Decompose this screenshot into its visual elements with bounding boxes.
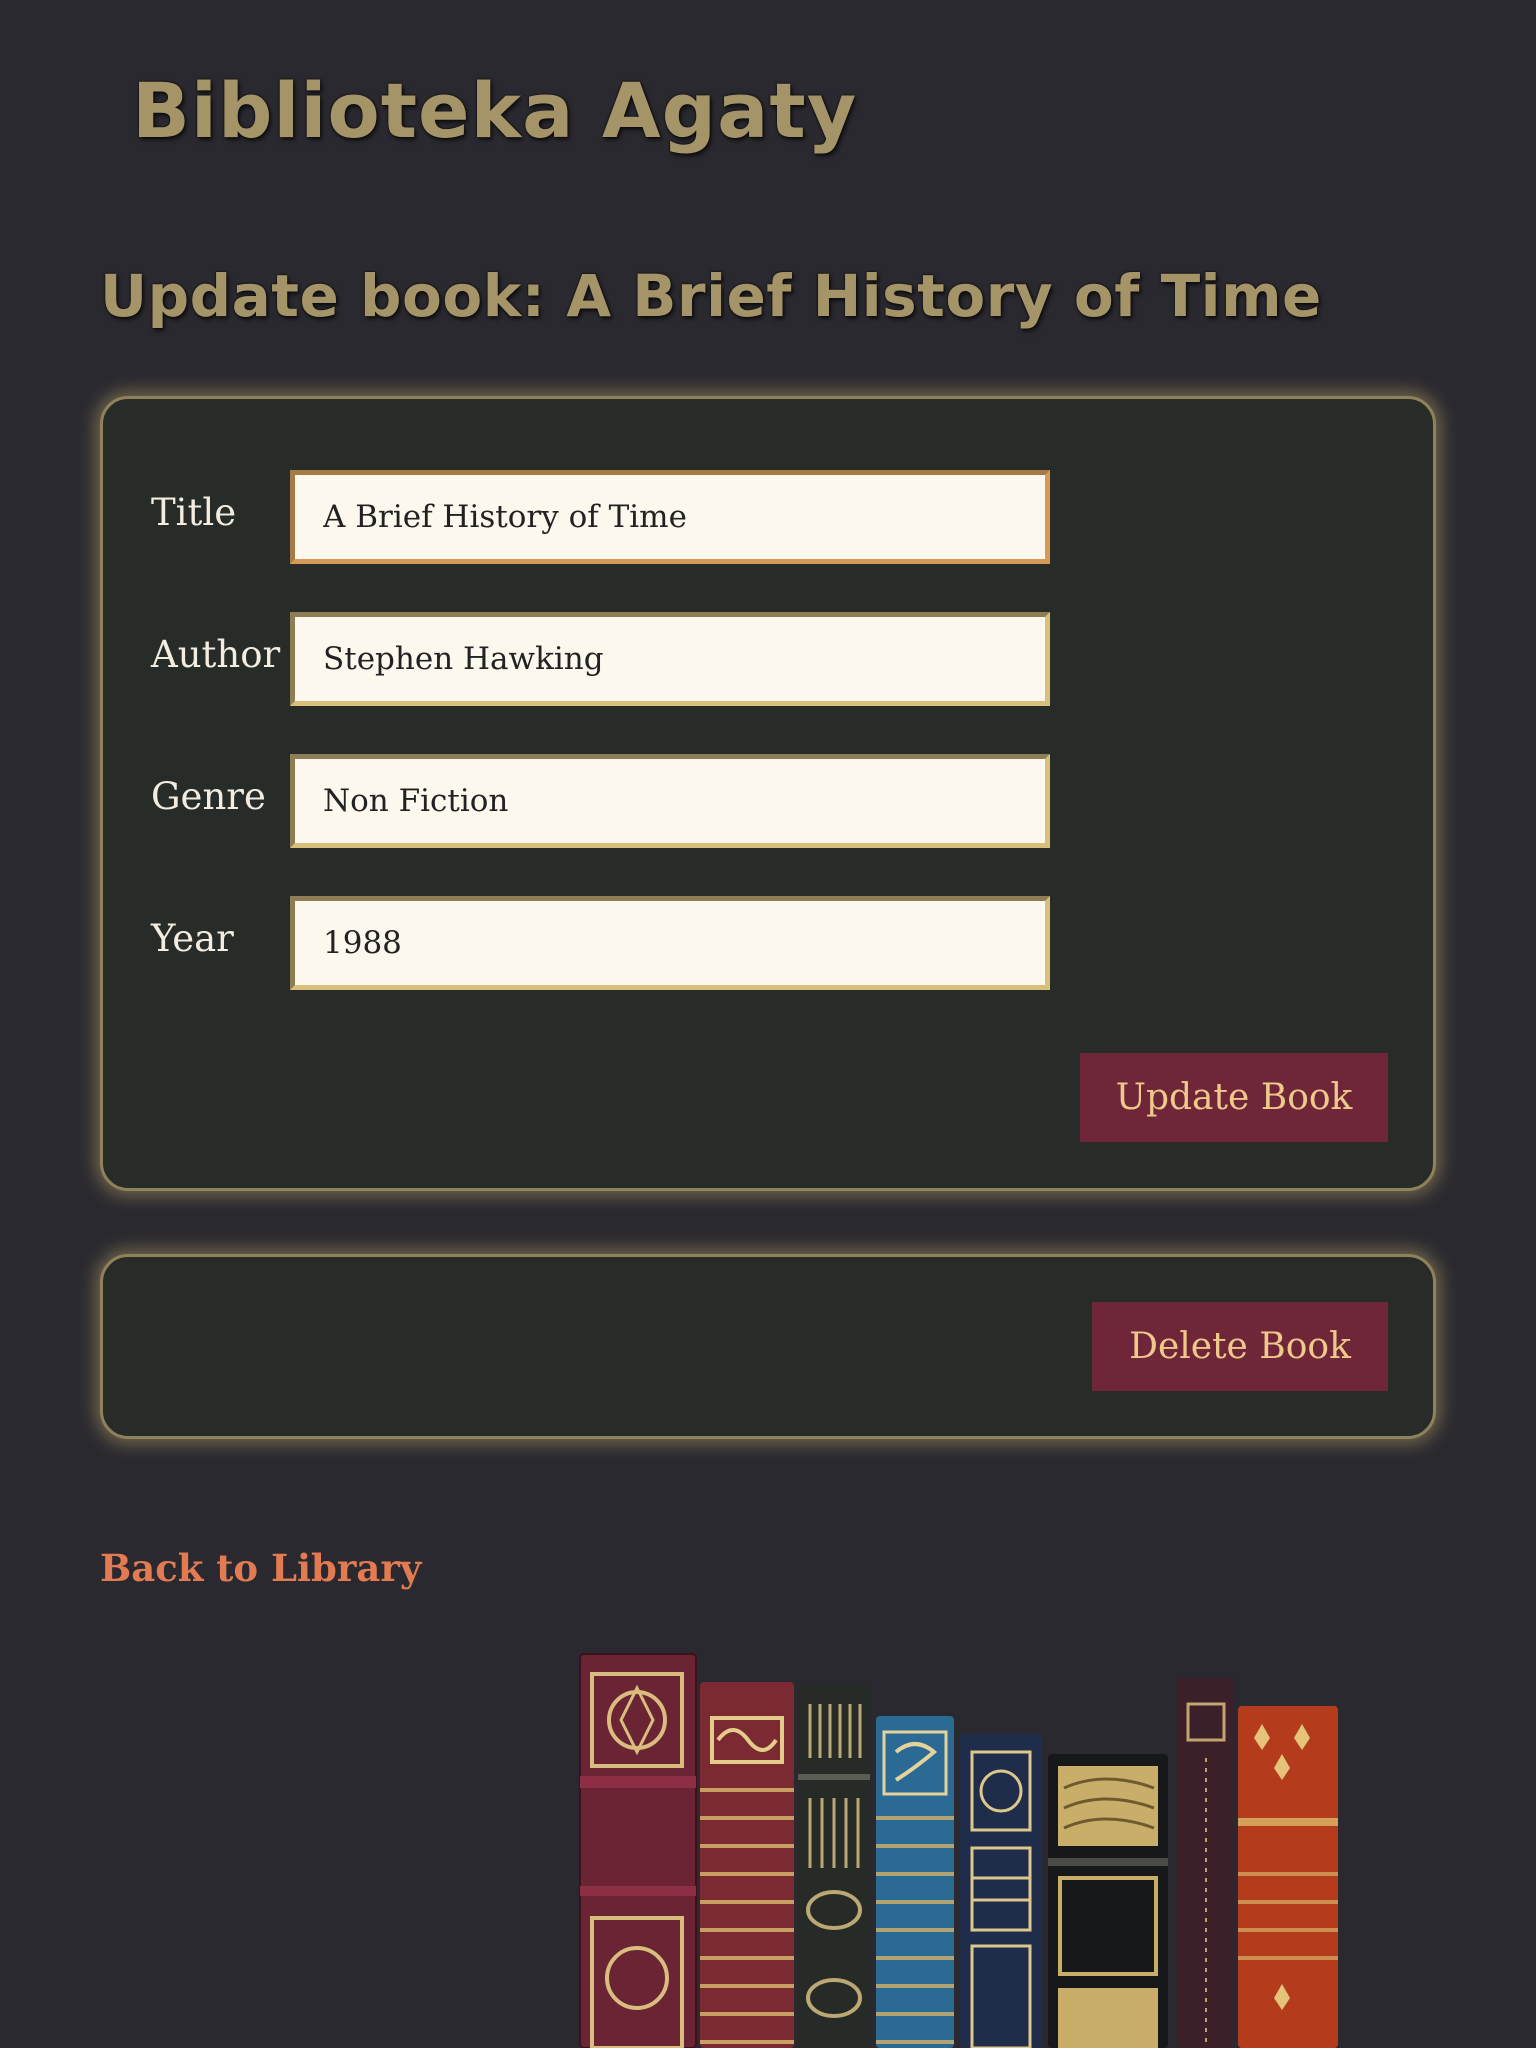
genre-input[interactable] [290, 754, 1050, 848]
book-spine-2 [700, 1682, 794, 2048]
book-spine-5 [960, 1734, 1042, 2048]
bookshelf-illustration [579, 1653, 1338, 2048]
book-spine-4 [876, 1716, 954, 2048]
delete-book-panel: Delete Book [100, 1254, 1436, 1439]
update-book-form: Title Author Genre Year Update Book [100, 396, 1436, 1191]
year-input[interactable] [290, 896, 1050, 990]
title-input[interactable] [290, 470, 1050, 564]
title-label: Title [151, 491, 237, 534]
delete-book-button[interactable]: Delete Book [1092, 1302, 1388, 1391]
genre-label: Genre [151, 775, 266, 818]
back-to-library-link[interactable]: Back to Library [100, 1546, 421, 1590]
update-book-button[interactable]: Update Book [1080, 1053, 1388, 1142]
page-title: Update book: A Brief History of Time [100, 262, 1322, 330]
site-title: Biblioteka Agaty [132, 66, 858, 155]
year-label: Year [151, 917, 234, 960]
book-spine-7 [1178, 1678, 1234, 2048]
author-label: Author [151, 633, 281, 676]
book-spine-1 [579, 1653, 697, 2048]
author-input[interactable] [290, 612, 1050, 706]
book-spine-8 [1238, 1706, 1338, 2048]
book-spine-3 [798, 1684, 870, 2048]
book-spine-6 [1048, 1754, 1168, 2048]
